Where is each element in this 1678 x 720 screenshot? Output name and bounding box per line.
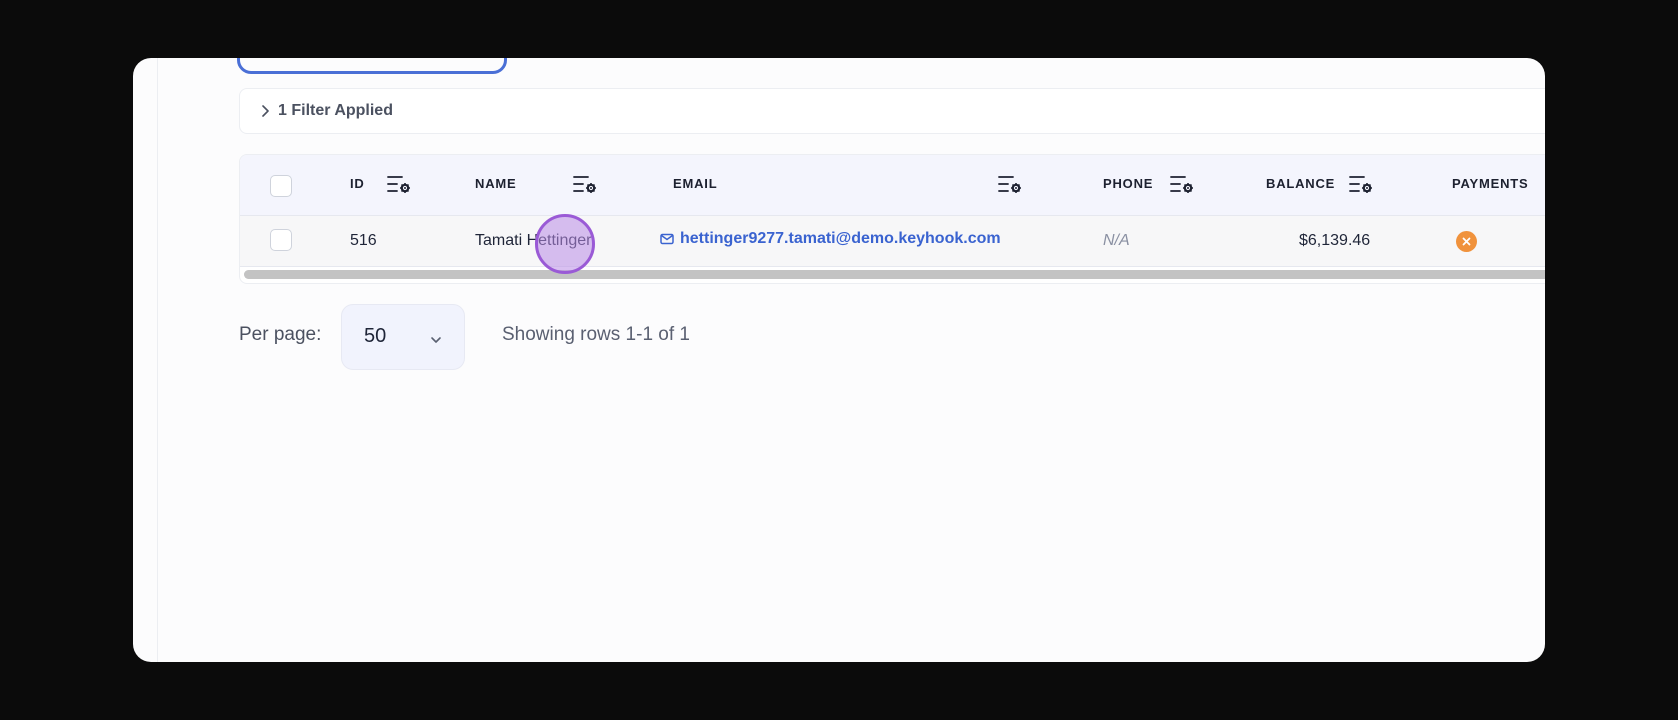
column-header-balance: BALANCE [1266, 176, 1336, 191]
row-checkbox[interactable] [270, 229, 292, 251]
table-row[interactable]: 516 Tamati Hettinger hettinger9277.tamat… [240, 216, 1545, 267]
x-circle-icon[interactable] [1456, 231, 1477, 252]
mail-icon [660, 233, 674, 245]
rows-info: Showing rows 1-1 of 1 [502, 324, 690, 345]
scrollbar-thumb[interactable] [244, 270, 1545, 279]
column-header-phone: PHONE [1103, 176, 1154, 191]
cell-name: Tamati Hettinger [475, 232, 592, 249]
select-all-checkbox[interactable] [270, 175, 292, 197]
column-header-name: NAME [475, 176, 517, 191]
per-page-select[interactable]: 50 [341, 304, 465, 370]
cell-balance: $6,139.46 [1299, 232, 1371, 249]
chevron-down-icon [430, 331, 442, 349]
column-settings-icon[interactable] [1169, 173, 1195, 195]
chevron-right-icon [258, 104, 272, 118]
column-header-email: EMAIL [673, 176, 718, 191]
horizontal-scrollbar[interactable] [244, 270, 1545, 279]
column-settings-icon[interactable] [997, 173, 1023, 195]
customers-table: ID NAME EMAIL PHONE BALANCE PAYMENTS 516… [239, 154, 1545, 284]
column-settings-icon[interactable] [386, 173, 412, 195]
column-header-id: ID [350, 176, 365, 191]
column-settings-icon[interactable] [1348, 173, 1374, 195]
email-text: hettinger9277.tamati@demo.keyhook.com [680, 230, 1001, 247]
table-header: ID NAME EMAIL PHONE BALANCE PAYMENTS [240, 155, 1545, 216]
cell-phone: N/A [1103, 232, 1130, 249]
filters-toggle[interactable]: 1 Filter Applied [239, 88, 1545, 134]
per-page-label: Per page: [239, 324, 322, 345]
filters-label: 1 Filter Applied [278, 102, 393, 119]
column-settings-icon[interactable] [572, 173, 598, 195]
cell-email-link[interactable]: hettinger9277.tamati@demo.keyhook.com [660, 230, 1001, 248]
column-header-payments: PAYMENTS [1452, 176, 1529, 191]
per-page-value: 50 [364, 325, 387, 347]
cell-id: 516 [350, 232, 377, 249]
app-window: 1 Filter Applied ID NAME EMAIL PHONE BAL… [133, 58, 1545, 662]
top-action-button[interactable] [237, 58, 507, 74]
sidebar-divider [157, 58, 158, 662]
